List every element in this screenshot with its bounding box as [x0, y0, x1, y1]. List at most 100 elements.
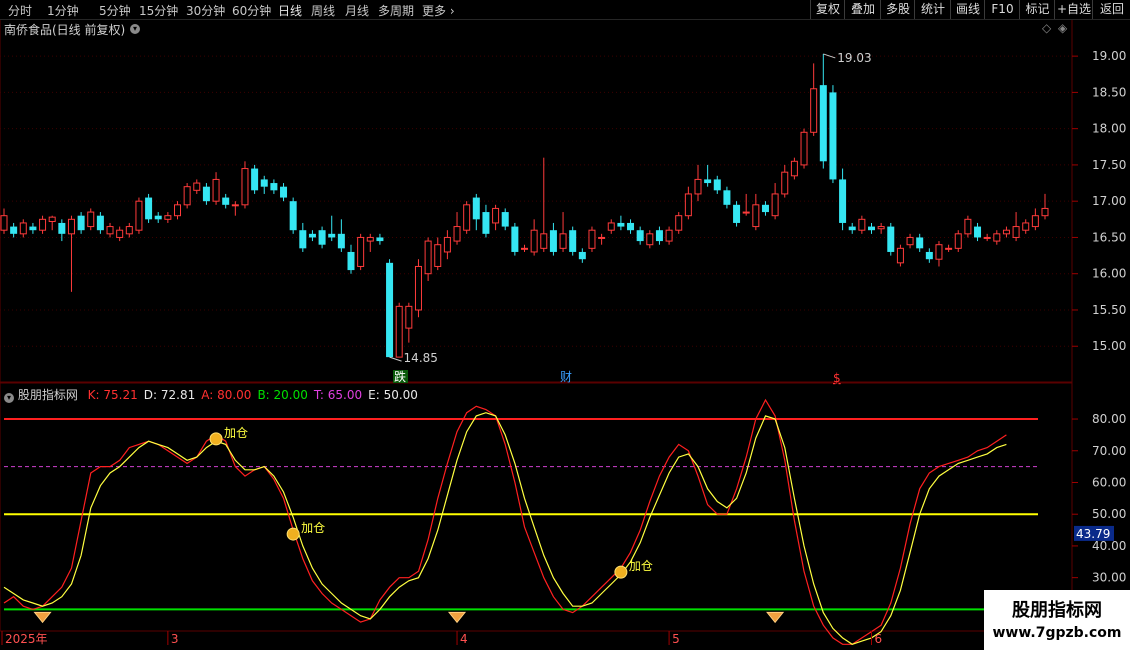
period-tab-4[interactable]: 30分钟: [186, 2, 225, 19]
candle-body: [1022, 222, 1030, 231]
event-marker-dividend: $: [833, 371, 841, 385]
candle-body: [761, 204, 769, 213]
period-tab-8[interactable]: 月线: [345, 2, 369, 19]
candle-body: [482, 212, 490, 234]
candle-body: [116, 229, 124, 238]
price-tick-label: 16.00: [1092, 267, 1126, 281]
candle-body: [212, 178, 220, 202]
candle-body: [627, 222, 635, 231]
toolbar-button-2[interactable]: 多股: [880, 0, 915, 19]
period-tab-0[interactable]: 分时: [8, 2, 32, 19]
indicator-header: ▾ 股朋指标网 K: 75.21 D: 72.81 A: 80.00 B: 20.00…: [4, 386, 418, 403]
candle-body: [299, 230, 307, 249]
indicator-menu-icon[interactable]: ▾: [4, 393, 14, 403]
time-axis-label: 6: [875, 632, 883, 646]
candle-body: [10, 226, 18, 234]
toolbar-button-6[interactable]: 标记: [1019, 0, 1055, 19]
price-tick-label: 15.50: [1092, 303, 1126, 317]
candle-body: [154, 215, 162, 220]
buy-signal-label: 加仓: [629, 559, 653, 573]
candle-body: [1012, 226, 1020, 238]
candle-body: [96, 215, 104, 231]
candle-body: [684, 193, 692, 217]
candle-body: [453, 226, 461, 242]
candle-body: [704, 179, 712, 184]
toolbar-button-0[interactable]: 复权: [810, 0, 845, 19]
indicator-value-1: D: 72.81: [143, 388, 196, 402]
period-tab-3[interactable]: 15分钟: [139, 2, 178, 19]
candle-body: [1031, 215, 1039, 228]
indicator-panel-frame: [0, 382, 1073, 632]
price-tick-label: 15.00: [1092, 339, 1126, 353]
toolbar: 分时 1分钟 5分钟 15分钟 30分钟 60分钟 日线 周线 月线 多周期 更多 › 复权 叠加 多股统…: [0, 0, 1130, 20]
candle-body: [174, 204, 181, 217]
candle-body: [906, 236, 914, 246]
period-tab-2[interactable]: 5分钟: [99, 2, 131, 19]
period-tab-9[interactable]: 多周期: [378, 2, 414, 19]
period-tab-7[interactable]: 周线: [311, 2, 335, 19]
candle-body: [713, 179, 721, 191]
price-tick-label: 18.50: [1092, 85, 1126, 99]
candle-body: [492, 207, 500, 224]
period-tab-5[interactable]: 60分钟: [232, 2, 271, 19]
price-tick-label: 17.50: [1092, 158, 1126, 172]
diamond-icon[interactable]: ◇: [1042, 21, 1051, 35]
main-title: 南侨食品(日线 前复权): [4, 21, 125, 38]
candle-body: [19, 222, 27, 235]
candle-body: [424, 240, 432, 275]
buy-signal-icon: [286, 527, 300, 541]
candle-body: [964, 218, 972, 235]
candle-body: [868, 226, 875, 231]
time-axis-label: 3: [171, 632, 179, 646]
candle-body: [925, 251, 933, 260]
toolbar-button-5[interactable]: F10: [984, 0, 1020, 19]
indicator-tick-label: 70.00: [1092, 444, 1126, 458]
candle-body: [742, 211, 750, 214]
candle-body: [935, 244, 943, 260]
high-pointer: [823, 53, 836, 59]
candle-body: [665, 229, 673, 242]
price-tick-label: 19.00: [1092, 49, 1126, 63]
candle-body: [588, 229, 596, 249]
time-axis-label: 5: [672, 632, 680, 646]
toolbar-button-7[interactable]: +自选: [1054, 0, 1093, 19]
candle-body: [0, 215, 8, 231]
indicator-tick-label: 60.00: [1092, 475, 1126, 489]
candle-body: [781, 171, 789, 195]
indicator-name: 股朋指标网: [17, 388, 78, 402]
toolbar-button-3[interactable]: 统计: [914, 0, 951, 19]
toolbar-button-1[interactable]: 叠加: [844, 0, 881, 19]
candle-body: [617, 222, 625, 227]
toolbar-button-8[interactable]: 返回: [1092, 0, 1130, 19]
candle-body: [376, 237, 384, 242]
toolbar-button-4[interactable]: 画线: [950, 0, 985, 19]
time-axis-label: 2025年: [5, 632, 48, 646]
candle-body: [443, 236, 451, 253]
watermark-url: www.7gpzb.com: [992, 625, 1122, 641]
candle-body: [48, 216, 56, 222]
candle-body: [135, 200, 143, 231]
candle-body: [308, 233, 316, 238]
chevron-down-icon[interactable]: ▾: [130, 24, 140, 34]
buy-signal-label: 加仓: [224, 426, 248, 440]
period-tab-10[interactable]: 更多 ›: [422, 2, 455, 19]
candle-body: [414, 265, 422, 311]
settings-icon[interactable]: ◈: [1058, 21, 1067, 35]
indicator-value-2: A: 80.00: [201, 388, 252, 402]
period-tab-6[interactable]: 日线: [278, 2, 302, 19]
candle-body: [896, 247, 904, 264]
price-tick-label: 16.50: [1092, 230, 1126, 244]
watermark-title: 股朋指标网: [1012, 600, 1102, 621]
candle-body: [434, 244, 442, 267]
candle-body: [839, 179, 847, 223]
candle-body: [511, 226, 519, 252]
period-tab-1[interactable]: 1分钟: [47, 2, 79, 19]
candle-body: [829, 92, 837, 180]
candle-body: [646, 233, 654, 246]
stock-title: 南侨食品(日线 前复权): [4, 23, 126, 37]
candle-body: [810, 88, 818, 133]
candle-body: [752, 204, 760, 228]
candle-body: [77, 215, 85, 231]
candle-body: [106, 226, 114, 235]
candle-body: [145, 197, 153, 220]
